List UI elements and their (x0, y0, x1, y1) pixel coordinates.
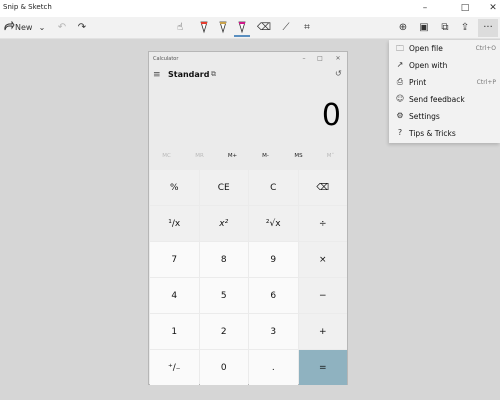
calculator-title: Calculator (153, 56, 179, 62)
gear-icon: ⚙ (396, 111, 404, 120)
digit-4-key: 4 (150, 278, 199, 313)
memory-clear-button: MC (162, 153, 171, 159)
menu-item-open-with[interactable]: ↗ Open with (389, 58, 500, 75)
digit-5-key: 5 (199, 278, 248, 313)
chevron-down-icon[interactable]: ⌄ (36, 19, 48, 37)
calculator-close-icon: ✕ (335, 55, 341, 62)
minimize-button[interactable]: – (410, 1, 440, 16)
more-options-button[interactable]: ··· (478, 19, 498, 37)
copy-icon[interactable]: ⧉ (437, 19, 453, 37)
menu-item-shortcut: Ctrl+P (476, 79, 496, 86)
decimal-key: . (249, 350, 298, 385)
keep-on-top-icon: ⧉ (211, 70, 216, 78)
digit-1-key: 1 (150, 314, 199, 349)
clear-key: C (249, 170, 298, 205)
open-with-icon: ↗ (396, 60, 404, 69)
memory-add-button: M+ (227, 153, 238, 159)
help-icon: ? (397, 128, 403, 137)
menu-item-label: Tips & Tricks (409, 129, 456, 138)
digit-2-key: 2 (199, 314, 248, 349)
memory-store-button: MS (294, 153, 303, 159)
highlighter-icon[interactable] (234, 19, 250, 37)
zoom-icon[interactable]: ⊕ (395, 19, 411, 37)
equals-key: = (298, 350, 347, 385)
ballpoint-pen-icon[interactable] (196, 19, 212, 37)
crop-icon[interactable]: ⌗ (299, 19, 315, 37)
calculator-title-bar: Calculator – □ ✕ (149, 52, 347, 66)
digit-9-key: 9 (249, 242, 298, 277)
menu-item-shortcut: Ctrl+O (475, 45, 496, 52)
menu-item-label: Open file (409, 44, 443, 53)
digit-6-key: 6 (249, 278, 298, 313)
square-root-key: ²√x (249, 206, 298, 241)
ruler-icon[interactable]: ⟋ (278, 19, 294, 37)
multiply-key: × (298, 242, 347, 277)
new-snip-icon[interactable] (2, 19, 16, 37)
menu-item-open-file[interactable]: 🗀 Open file Ctrl+O (389, 41, 500, 58)
calculator-screenshot: Calculator – □ ✕ ≡ Standard ⧉ ↺ 0 MC MR … (148, 51, 348, 385)
menu-item-label: Open with (409, 61, 448, 70)
hamburger-menu-icon: ≡ (153, 70, 161, 80)
digit-3-key: 3 (249, 314, 298, 349)
maximize-button[interactable]: □ (450, 1, 480, 16)
folder-icon: 🗀 (396, 44, 404, 53)
calculator-minimize-icon: – (302, 55, 306, 62)
toolbar: New ⌄ ↶ ↷ ☝ ⌫ ⟋ ⌗ ⊕ ▣ ⧉ ⇪ ··· (0, 17, 500, 39)
title-bar: Snip & Sketch – □ ✕ (0, 0, 500, 17)
menu-item-label: Settings (409, 112, 440, 121)
clear-entry-key: CE (199, 170, 248, 205)
close-button[interactable]: ✕ (478, 1, 500, 16)
percent-key: % (150, 170, 199, 205)
menu-item-label: Send feedback (409, 95, 465, 104)
divide-key: ÷ (298, 206, 347, 241)
digit-8-key: 8 (199, 242, 248, 277)
negate-key: ⁺∕₋ (150, 350, 199, 385)
menu-item-label: Print (409, 78, 427, 87)
memory-subtract-button: M- (262, 153, 269, 159)
redo-icon[interactable]: ↷ (75, 19, 89, 37)
more-options-menu: 🗀 Open file Ctrl+O ↗ Open with ⎙ Print C… (389, 40, 500, 143)
backspace-key: ⌫ (298, 170, 347, 205)
menu-item-settings[interactable]: ⚙ Settings (389, 109, 500, 126)
printer-icon: ⎙ (396, 77, 404, 86)
memory-recall-button: MR (195, 153, 204, 159)
undo-icon[interactable]: ↶ (55, 19, 69, 37)
memory-list-button: M˅ (326, 153, 335, 159)
touch-writing-icon[interactable]: ☝ (172, 19, 188, 37)
history-icon: ↺ (335, 69, 342, 78)
eraser-icon[interactable]: ⌫ (256, 19, 272, 37)
reciprocal-key: ¹∕x (150, 206, 199, 241)
calculator-mode-title: Standard (168, 70, 210, 79)
new-button[interactable]: New (15, 19, 32, 37)
add-key: + (298, 314, 347, 349)
pencil-icon[interactable] (215, 19, 231, 37)
feedback-icon: ☺ (395, 94, 405, 103)
menu-item-print[interactable]: ⎙ Print Ctrl+P (389, 75, 500, 92)
square-key: x² (199, 206, 248, 241)
share-icon[interactable]: ⇪ (457, 19, 473, 37)
app-title: Snip & Sketch (3, 3, 52, 11)
save-icon[interactable]: ▣ (416, 19, 432, 37)
subtract-key: − (298, 278, 347, 313)
digit-7-key: 7 (150, 242, 199, 277)
calculator-maximize-icon: □ (317, 55, 323, 62)
digit-0-key: 0 (199, 350, 248, 385)
menu-item-tips-tricks[interactable]: ? Tips & Tricks (389, 126, 500, 143)
menu-item-send-feedback[interactable]: ☺ Send feedback (389, 92, 500, 109)
calculator-display: 0 (321, 98, 341, 133)
